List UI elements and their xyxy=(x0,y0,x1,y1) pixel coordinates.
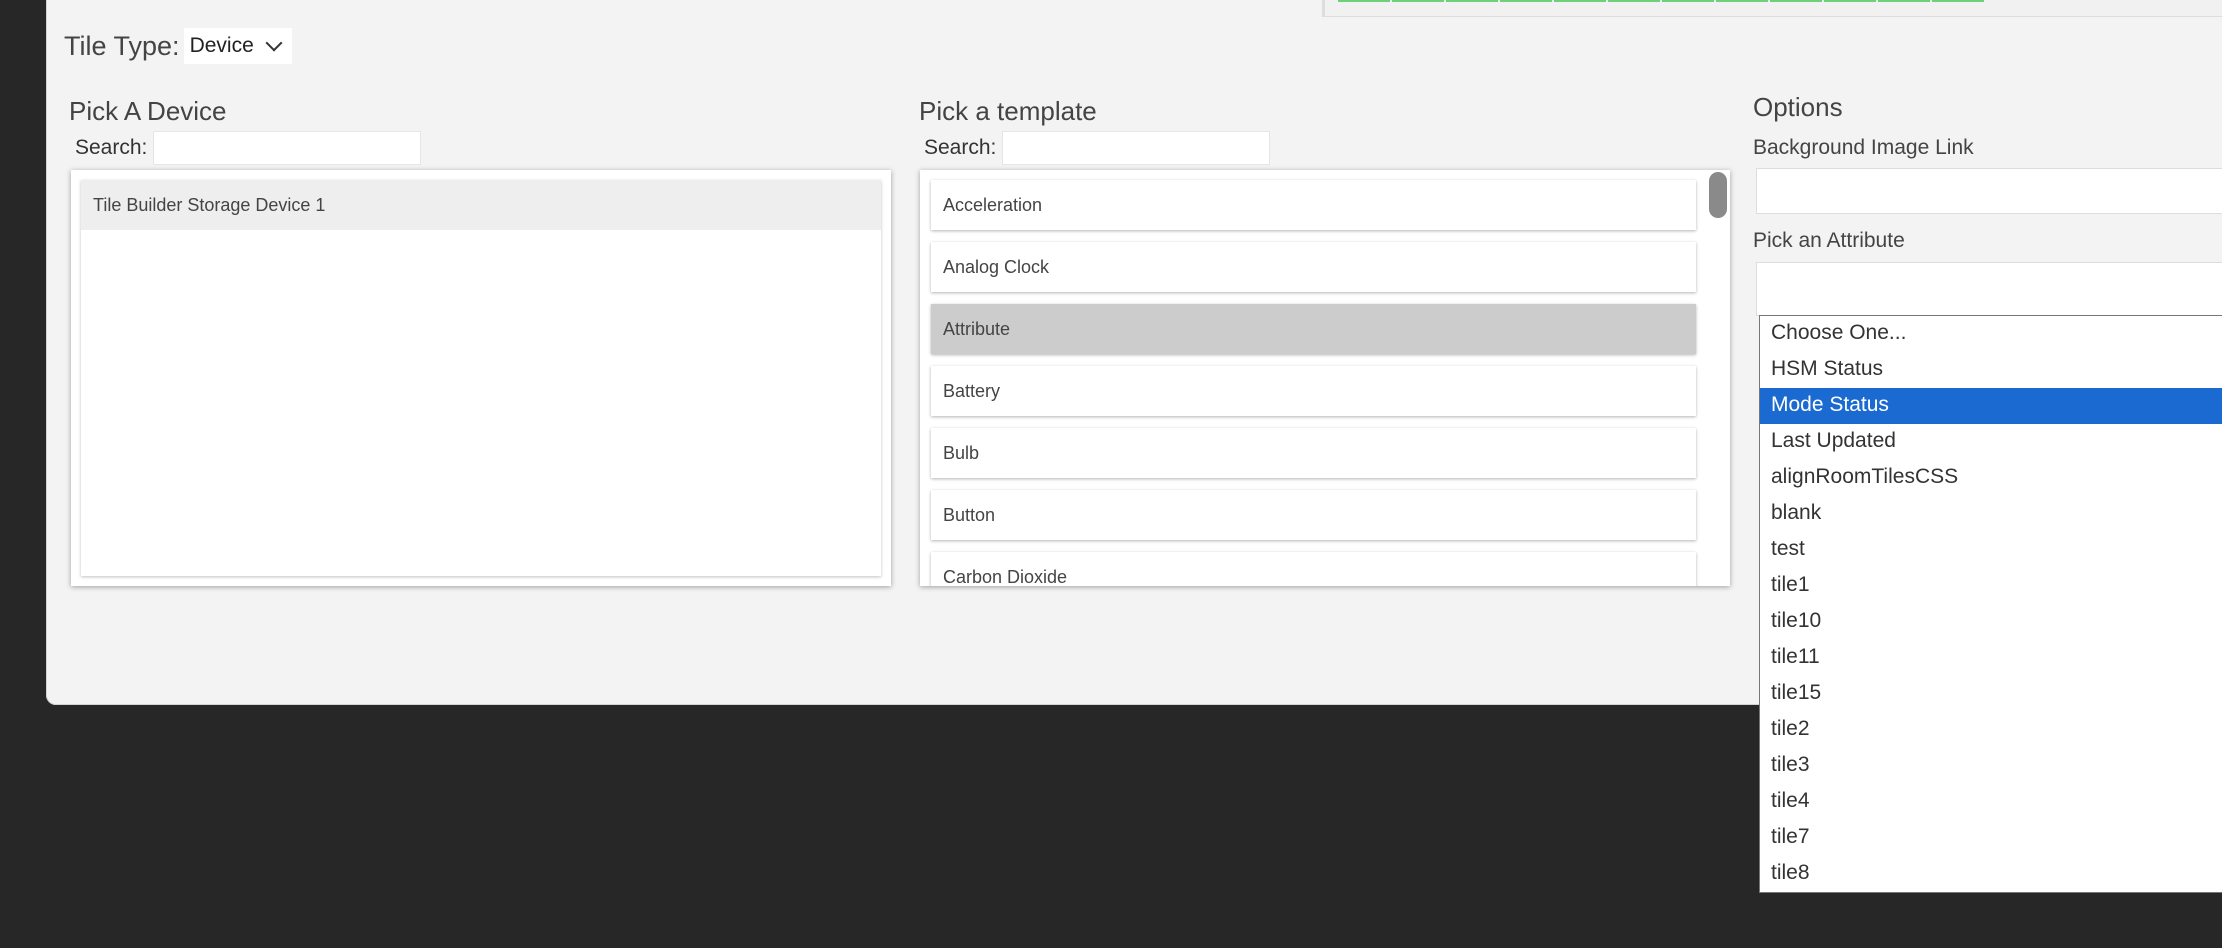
template-item-bulb[interactable]: Bulb xyxy=(931,428,1696,478)
device-list-panel: Tile Builder Storage Device 1 xyxy=(71,170,891,586)
template-scrollbar[interactable] xyxy=(1706,170,1730,586)
attribute-option[interactable]: tile10 xyxy=(1760,604,2222,640)
template-item-carbon-dioxide[interactable]: Carbon Dioxide xyxy=(931,552,1696,586)
scrollbar-thumb[interactable] xyxy=(1709,172,1727,218)
attribute-option[interactable]: test xyxy=(1760,532,2222,568)
attribute-label: Pick an Attribute xyxy=(1753,229,1905,252)
attribute-option[interactable]: tile7 xyxy=(1760,820,2222,856)
template-search-row: Search: xyxy=(924,131,1271,165)
device-search-row: Search: xyxy=(75,131,422,165)
attribute-option[interactable]: blank xyxy=(1760,496,2222,532)
template-search-label: Search: xyxy=(924,136,997,159)
template-list-panel: Acceleration Analog Clock Attribute Batt… xyxy=(920,170,1730,586)
attribute-option[interactable]: tile15 xyxy=(1760,676,2222,712)
attribute-select[interactable] xyxy=(1756,262,2222,316)
tile-type-value: Device xyxy=(189,34,254,57)
device-search-input[interactable] xyxy=(153,131,422,165)
attribute-option[interactable]: tile4 xyxy=(1760,784,2222,820)
attribute-option[interactable]: tile2 xyxy=(1760,712,2222,748)
template-item-attribute[interactable]: Attribute xyxy=(931,304,1696,354)
template-item-acceleration[interactable]: Acceleration xyxy=(931,180,1696,230)
attribute-option[interactable]: tile1 xyxy=(1760,568,2222,604)
attribute-option[interactable]: Choose One... xyxy=(1760,316,2222,352)
attribute-option[interactable]: tile11 xyxy=(1760,640,2222,676)
background-image-input[interactable] xyxy=(1756,168,2222,214)
device-search-label: Search: xyxy=(75,136,148,159)
attribute-option-highlighted[interactable]: Mode Status xyxy=(1760,388,2222,424)
attribute-dropdown-list: Choose One... HSM Status Mode Status Las… xyxy=(1759,315,2222,893)
tile-type-row: Tile Type: Device xyxy=(64,28,292,64)
template-item-analog-clock[interactable]: Analog Clock xyxy=(931,242,1696,292)
chevron-down-icon xyxy=(265,34,283,52)
device-list: Tile Builder Storage Device 1 xyxy=(81,180,881,576)
template-item-battery[interactable]: Battery xyxy=(931,366,1696,416)
attribute-option[interactable]: alignRoomTilesCSS xyxy=(1760,460,2222,496)
attribute-option[interactable]: Last Updated xyxy=(1760,424,2222,460)
background-image-label: Background Image Link xyxy=(1753,136,1974,159)
options-heading: Options xyxy=(1753,92,1843,122)
attribute-option[interactable]: HSM Status xyxy=(1760,352,2222,388)
green-progress-ticks xyxy=(1338,0,1986,3)
tile-type-select[interactable]: Device xyxy=(183,28,292,64)
template-heading: Pick a template xyxy=(919,96,1097,126)
attribute-option[interactable]: tile8 xyxy=(1760,856,2222,892)
template-search-input[interactable] xyxy=(1002,131,1271,165)
device-heading: Pick A Device xyxy=(69,96,227,126)
attribute-option[interactable]: tile3 xyxy=(1760,748,2222,784)
tile-type-label: Tile Type: xyxy=(64,30,180,61)
template-item-button[interactable]: Button xyxy=(931,490,1696,540)
device-item[interactable]: Tile Builder Storage Device 1 xyxy=(81,180,881,230)
